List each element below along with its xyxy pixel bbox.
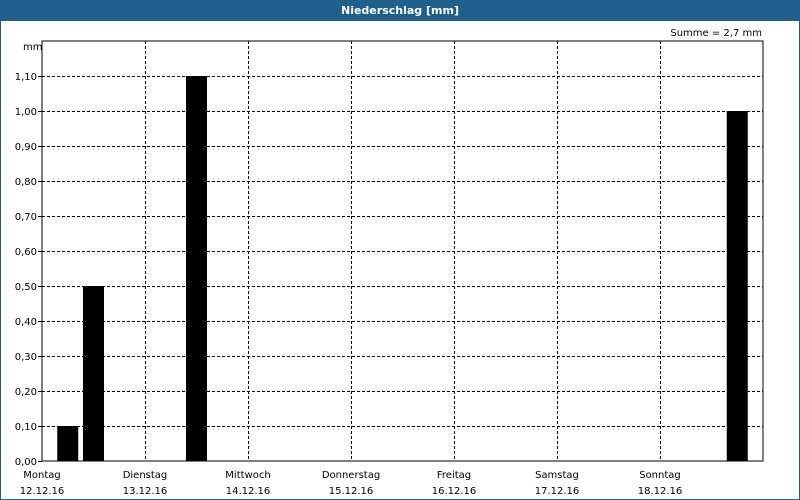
- x-tick-date: 12.12.16: [20, 486, 65, 497]
- x-tick-date: 14.12.16: [226, 486, 271, 497]
- x-tick-day: Donnerstag: [322, 470, 380, 481]
- precipitation-chart: 0,00 0,10 0,20 0,30 0,40 0,50 0,60 0,70 0,80 0,90…: [15, 28, 764, 497]
- y-tick-label: 0,00: [15, 457, 37, 468]
- sum-annotation: Summe = 2,7 mm: [670, 28, 762, 39]
- x-tick-labels: Montag 12.12.16 Dienstag 13.12.16 Mittwoch 14…: [20, 470, 683, 497]
- precip-bar: [726, 111, 748, 461]
- x-tick-date: 13.12.16: [123, 486, 168, 497]
- x-tick-day: Dienstag: [123, 470, 168, 481]
- precip-bar: [57, 426, 79, 461]
- y-tick-labels: 0,00 0,10 0,20 0,30 0,40 0,50 0,60 0,70 0,80 0,90…: [15, 72, 42, 468]
- bar-layer: [57, 76, 748, 461]
- y-tick-label: 0,90: [15, 142, 37, 153]
- x-tick-day: Mittwoch: [225, 470, 270, 481]
- x-tick-day: Montag: [23, 470, 60, 481]
- x-tick-date: 16.12.16: [432, 486, 477, 497]
- x-tick-day: Samstag: [535, 470, 579, 481]
- grid-layer: [42, 41, 763, 461]
- y-tick-label: 1,10: [15, 72, 37, 83]
- x-tick-date: 18.12.16: [638, 486, 683, 497]
- y-tick-label: 0,50: [15, 282, 37, 293]
- x-tick-day: Freitag: [437, 470, 471, 481]
- y-tick-label: 0,20: [15, 387, 37, 398]
- y-tick-label: 0,60: [15, 247, 37, 258]
- y-tick-label: 0,10: [15, 422, 37, 433]
- x-tick-day: Sonntag: [639, 470, 681, 481]
- y-tick-label: 0,70: [15, 212, 37, 223]
- y-axis-label: mm: [23, 42, 42, 53]
- precip-bar: [83, 286, 104, 461]
- x-tick-date: 17.12.16: [535, 486, 580, 497]
- precip-bar: [186, 76, 207, 461]
- y-tick-label: 0,80: [15, 177, 37, 188]
- y-tick-label: 0,40: [15, 317, 37, 328]
- y-tick-label: 0,30: [15, 352, 37, 363]
- x-tick-date: 15.12.16: [329, 486, 374, 497]
- y-tick-label: 1,00: [15, 107, 37, 118]
